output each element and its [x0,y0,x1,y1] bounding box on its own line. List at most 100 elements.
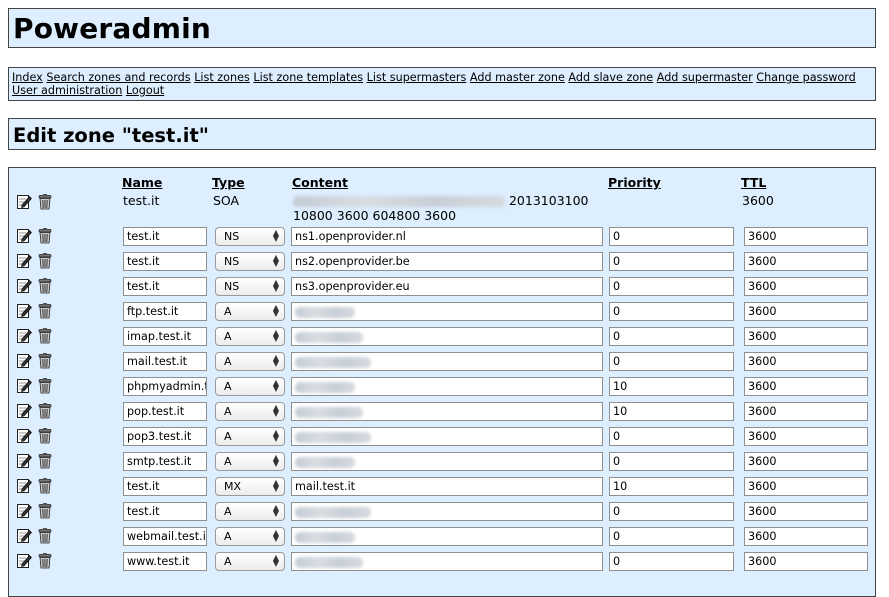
edit-record-icon[interactable] [16,227,32,244]
edit-record-icon[interactable] [16,452,32,469]
record-name-input[interactable]: test.it [123,477,207,496]
record-priority-input[interactable]: 10 [609,377,734,396]
record-name-input[interactable]: phpmyadmin.t [123,377,207,396]
menu-link-change-password[interactable]: Change password [756,71,856,84]
record-type-select[interactable]: A▲▼ [215,427,285,446]
trash-icon[interactable] [37,527,53,544]
menu-link-list-supermasters[interactable]: List supermasters [367,71,467,84]
record-ttl-input[interactable]: 3600 [744,527,868,546]
edit-record-icon[interactable] [16,502,32,519]
record-ttl-input[interactable]: 3600 [744,427,868,446]
trash-icon[interactable] [37,227,53,244]
edit-record-icon[interactable] [16,302,32,319]
record-priority-input[interactable]: 0 [609,302,734,321]
record-priority-input[interactable]: 10 [609,402,734,421]
record-type-select[interactable]: A▲▼ [215,302,285,321]
record-ttl-input[interactable]: 3600 [744,277,868,296]
edit-record-icon[interactable] [16,527,32,544]
menu-link-search-zones-and-records[interactable]: Search zones and records [46,71,190,84]
record-priority-input[interactable]: 0 [609,227,734,246]
record-name-input[interactable]: pop3.test.it [123,427,207,446]
trash-icon[interactable] [37,452,53,469]
trash-icon[interactable] [37,552,53,569]
record-priority-input[interactable]: 0 [609,252,734,271]
record-content-input[interactable] [291,327,603,346]
record-name-input[interactable]: test.it [123,252,207,271]
record-priority-input[interactable]: 0 [609,552,734,571]
record-priority-input[interactable]: 0 [609,352,734,371]
record-name-input[interactable]: test.it [123,277,207,296]
record-ttl-input[interactable]: 3600 [744,402,868,421]
edit-record-icon[interactable] [16,402,32,419]
trash-icon[interactable] [37,302,53,319]
record-priority-input[interactable]: 0 [609,502,734,521]
record-priority-input[interactable]: 0 [609,427,734,446]
record-name-input[interactable]: webmail.test.it [123,527,207,546]
menu-link-list-zones[interactable]: List zones [194,71,250,84]
record-content-input[interactable] [291,527,603,546]
record-type-select[interactable]: A▲▼ [215,452,285,471]
edit-record-icon[interactable] [16,193,32,210]
record-content-input[interactable]: ns1.openprovider.nl [291,227,603,246]
record-name-input[interactable]: test.it [123,502,207,521]
record-ttl-input[interactable]: 3600 [744,377,868,396]
record-name-input[interactable]: ftp.test.it [123,302,207,321]
trash-icon[interactable] [37,402,53,419]
record-name-input[interactable]: test.it [123,227,207,246]
record-priority-input[interactable]: 10 [609,477,734,496]
record-type-select[interactable]: A▲▼ [215,402,285,421]
record-ttl-input[interactable]: 3600 [744,452,868,471]
record-content-input[interactable] [291,302,603,321]
edit-record-icon[interactable] [16,377,32,394]
trash-icon[interactable] [37,252,53,269]
record-content-input[interactable] [291,427,603,446]
menu-link-user-administration[interactable]: User administration [12,84,122,97]
record-content-input[interactable] [291,452,603,471]
record-ttl-input[interactable]: 3600 [744,252,868,271]
menu-link-add-master-zone[interactable]: Add master zone [470,71,565,84]
edit-record-icon[interactable] [16,327,32,344]
trash-icon[interactable] [37,352,53,369]
record-content-input[interactable] [291,552,603,571]
record-ttl-input[interactable]: 3600 [744,552,868,571]
record-type-select[interactable]: NS▲▼ [215,252,285,271]
trash-icon[interactable] [37,193,53,210]
record-name-input[interactable]: www.test.it [123,552,207,571]
record-content-input[interactable]: ns2.openprovider.be [291,252,603,271]
edit-record-icon[interactable] [16,552,32,569]
record-type-select[interactable]: A▲▼ [215,502,285,521]
menu-link-list-zone-templates[interactable]: List zone templates [253,71,363,84]
record-name-input[interactable]: smtp.test.it [123,452,207,471]
record-content-input[interactable] [291,352,603,371]
menu-link-logout[interactable]: Logout [126,84,164,97]
edit-record-icon[interactable] [16,352,32,369]
trash-icon[interactable] [37,377,53,394]
trash-icon[interactable] [37,477,53,494]
trash-icon[interactable] [37,427,53,444]
record-name-input[interactable]: imap.test.it [123,327,207,346]
menu-link-add-slave-zone[interactable]: Add slave zone [568,71,653,84]
edit-record-icon[interactable] [16,477,32,494]
record-content-input[interactable] [291,377,603,396]
menu-link-add-supermaster[interactable]: Add supermaster [657,71,753,84]
record-content-input[interactable]: mail.test.it [291,477,603,496]
record-type-select[interactable]: A▲▼ [215,552,285,571]
edit-record-icon[interactable] [16,277,32,294]
record-priority-input[interactable]: 0 [609,527,734,546]
record-ttl-input[interactable]: 3600 [744,352,868,371]
record-type-select[interactable]: MX▲▼ [215,477,285,496]
record-priority-input[interactable]: 0 [609,277,734,296]
record-content-input[interactable] [291,502,603,521]
edit-record-icon[interactable] [16,427,32,444]
record-type-select[interactable]: A▲▼ [215,527,285,546]
trash-icon[interactable] [37,502,53,519]
record-content-input[interactable]: ns3.openprovider.eu [291,277,603,296]
record-type-select[interactable]: NS▲▼ [215,227,285,246]
record-type-select[interactable]: A▲▼ [215,327,285,346]
trash-icon[interactable] [37,277,53,294]
record-ttl-input[interactable]: 3600 [744,302,868,321]
record-priority-input[interactable]: 0 [609,327,734,346]
record-ttl-input[interactable]: 3600 [744,477,868,496]
record-ttl-input[interactable]: 3600 [744,227,868,246]
edit-record-icon[interactable] [16,252,32,269]
